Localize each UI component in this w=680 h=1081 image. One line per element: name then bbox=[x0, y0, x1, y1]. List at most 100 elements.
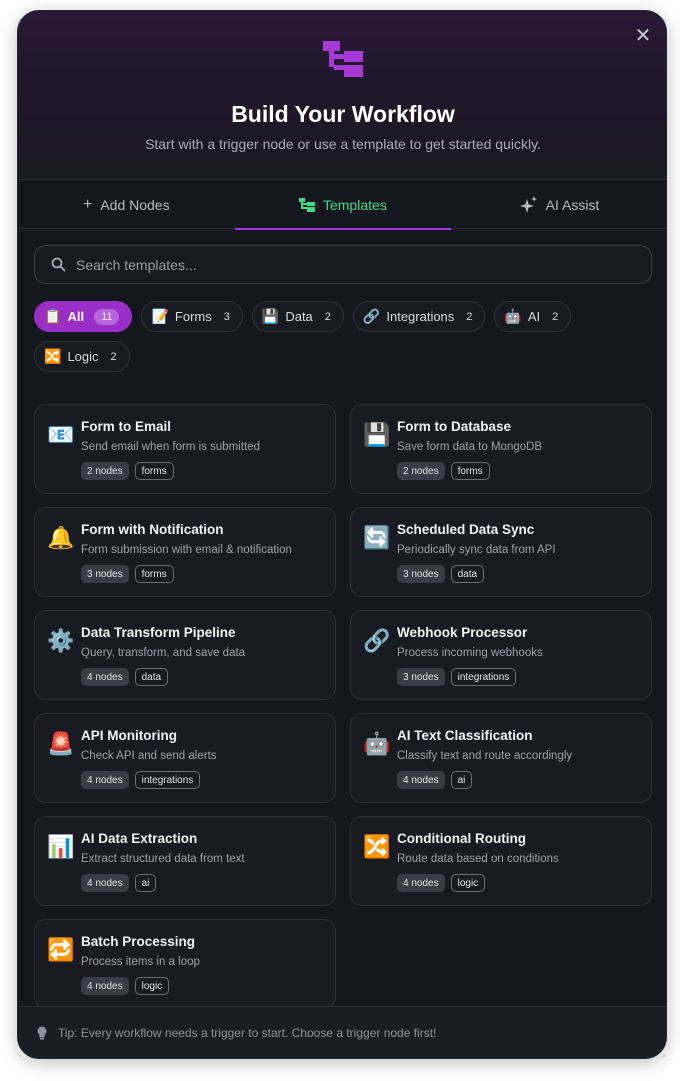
node-count-badge: 4 nodes bbox=[81, 977, 129, 995]
card-title: API Monitoring bbox=[81, 728, 177, 743]
page-subtitle: Start with a trigger node or use a templ… bbox=[145, 136, 541, 152]
template-card-ai-data-extraction[interactable]: 📊 AI Data Extraction Extract structured … bbox=[34, 816, 336, 906]
workflow-icon bbox=[323, 41, 363, 77]
shuffle-icon: 🔀 bbox=[363, 834, 391, 859]
category-badge: forms bbox=[134, 462, 174, 480]
tab-add-nodes[interactable]: + Add Nodes bbox=[18, 181, 235, 229]
tip-text: Tip: Every workflow needs a trigger to s… bbox=[58, 1025, 437, 1040]
card-description: Periodically sync data from API bbox=[397, 544, 556, 556]
card-description: Classify text and route accordingly bbox=[397, 750, 573, 762]
category-badge: integrations bbox=[450, 668, 517, 686]
category-badge: forms bbox=[134, 565, 174, 583]
card-description: Send email when form is submitted bbox=[81, 441, 260, 453]
category-badge: data bbox=[134, 668, 169, 686]
category-badge: ai bbox=[134, 874, 157, 892]
card-title: Scheduled Data Sync bbox=[397, 522, 535, 537]
filter-chip-data[interactable]: 💾 Data 2 bbox=[251, 301, 344, 332]
category-badge: forms bbox=[450, 462, 490, 480]
node-count-badge: 4 nodes bbox=[81, 771, 129, 789]
category-badge: data bbox=[450, 565, 485, 583]
category-badge: logic bbox=[134, 977, 170, 995]
card-description: Query, transform, and save data bbox=[81, 647, 246, 659]
repeat-icon: 🔁 bbox=[47, 937, 75, 962]
tab-templates[interactable]: Templates bbox=[234, 181, 452, 230]
tab-bar: + Add Nodes Templates AI Assist bbox=[18, 181, 666, 230]
card-description: Check API and send alerts bbox=[81, 750, 217, 762]
template-card-conditional-routing[interactable]: 🔀 Conditional Routing Route data based o… bbox=[350, 816, 652, 906]
tree-icon bbox=[298, 198, 315, 212]
card-title: Webhook Processor bbox=[397, 625, 528, 640]
node-count-badge: 4 nodes bbox=[81, 668, 129, 686]
chip-count: 3 bbox=[223, 310, 230, 323]
card-title: Batch Processing bbox=[81, 934, 196, 949]
node-count-badge: 3 nodes bbox=[397, 668, 445, 686]
node-count-badge: 3 nodes bbox=[397, 565, 445, 583]
chip-label: Forms bbox=[174, 309, 212, 324]
chip-label: All bbox=[67, 309, 85, 324]
node-count-badge: 3 nodes bbox=[81, 565, 129, 583]
gear-icon: ⚙️ bbox=[47, 628, 75, 653]
card-title: AI Text Classification bbox=[397, 728, 533, 743]
link-icon: 🔗 bbox=[363, 628, 391, 653]
node-count-badge: 2 nodes bbox=[81, 462, 129, 480]
node-count-badge: 4 nodes bbox=[397, 874, 445, 892]
category-badge: integrations bbox=[134, 771, 201, 789]
plus-icon: + bbox=[82, 196, 93, 213]
chip-count: 2 bbox=[110, 350, 117, 363]
card-description: Extract structured data from text bbox=[81, 853, 245, 865]
search-icon bbox=[51, 257, 66, 272]
search-input[interactable] bbox=[76, 256, 636, 273]
template-card-api-monitoring[interactable]: 🚨 API Monitoring Check API and send aler… bbox=[34, 713, 336, 803]
floppy-disk-icon: 💾 bbox=[363, 422, 391, 447]
page-title: Build Your Workflow bbox=[231, 101, 455, 127]
filter-chips: 📋 All 11 📝 Forms 3 💾 Data 2 🔗 Integratio… bbox=[34, 301, 654, 372]
filter-chip-integrations[interactable]: 🔗 Integrations 2 bbox=[352, 301, 486, 332]
card-title: Form with Notification bbox=[81, 522, 224, 537]
chip-label: Integrations bbox=[386, 309, 455, 324]
template-card-scheduled-data-sync[interactable]: 🔄 Scheduled Data Sync Periodically sync … bbox=[350, 507, 652, 597]
robot-icon: 🤖 bbox=[363, 731, 391, 756]
chip-label: Logic bbox=[67, 349, 99, 364]
filter-chip-forms[interactable]: 📝 Forms 3 bbox=[141, 301, 243, 332]
search-bar[interactable] bbox=[34, 245, 652, 284]
template-card-form-to-email[interactable]: 📧 Form to Email Send email when form is … bbox=[34, 404, 336, 494]
filter-chip-all[interactable]: 📋 All 11 bbox=[34, 301, 133, 332]
card-title: Form to Database bbox=[397, 419, 512, 434]
template-card-form-with-notification[interactable]: 🔔 Form with Notification Form submission… bbox=[34, 507, 336, 597]
chip-count: 2 bbox=[552, 310, 559, 323]
tab-label: AI Assist bbox=[545, 197, 600, 213]
template-grid: 📧 Form to Email Send email when form is … bbox=[34, 404, 652, 1009]
bell-icon: 🔔 bbox=[47, 525, 75, 550]
template-card-data-transform-pipeline[interactable]: ⚙️ Data Transform Pipeline Query, transf… bbox=[34, 610, 336, 700]
node-count-badge: 4 nodes bbox=[397, 771, 445, 789]
chip-label: Data bbox=[285, 309, 313, 324]
chip-label: AI bbox=[527, 309, 541, 324]
filter-chip-ai[interactable]: 🤖 AI 2 bbox=[494, 301, 572, 332]
card-description: Process items in a loop bbox=[81, 956, 200, 968]
tab-label: Add Nodes bbox=[100, 197, 170, 213]
close-icon[interactable]: ✕ bbox=[632, 25, 654, 47]
chip-count: 2 bbox=[466, 310, 473, 323]
template-card-batch-processing[interactable]: 🔁 Batch Processing Process items in a lo… bbox=[34, 919, 336, 1009]
sync-icon: 🔄 bbox=[363, 525, 391, 550]
workflow-modal: ✕ Build Your Workflow Start with a trigg… bbox=[17, 10, 667, 1059]
email-icon: 📧 bbox=[47, 422, 75, 447]
card-title: Form to Email bbox=[81, 419, 172, 434]
filter-chip-logic[interactable]: 🔀 Logic 2 bbox=[34, 341, 130, 372]
tab-ai-assist[interactable]: AI Assist bbox=[451, 181, 666, 229]
card-title: Conditional Routing bbox=[397, 831, 526, 846]
card-description: Process incoming webhooks bbox=[397, 647, 543, 659]
modal-header: ✕ Build Your Workflow Start with a trigg… bbox=[18, 11, 666, 180]
clipboard-icon: 📋 bbox=[44, 308, 62, 324]
shuffle-icon: 🔀 bbox=[44, 348, 62, 364]
memo-icon: 📝 bbox=[151, 308, 169, 324]
card-description: Form submission with email & notificatio… bbox=[81, 544, 292, 556]
card-title: AI Data Extraction bbox=[81, 831, 198, 846]
robot-icon: 🤖 bbox=[504, 308, 522, 324]
template-card-ai-text-classification[interactable]: 🤖 AI Text Classification Classify text a… bbox=[350, 713, 652, 803]
template-card-form-to-database[interactable]: 💾 Form to Database Save form data to Mon… bbox=[350, 404, 652, 494]
template-card-webhook-processor[interactable]: 🔗 Webhook Processor Process incoming web… bbox=[350, 610, 652, 700]
card-description: Route data based on conditions bbox=[397, 853, 559, 865]
card-title: Data Transform Pipeline bbox=[81, 625, 236, 640]
lightbulb-icon bbox=[37, 1026, 47, 1039]
